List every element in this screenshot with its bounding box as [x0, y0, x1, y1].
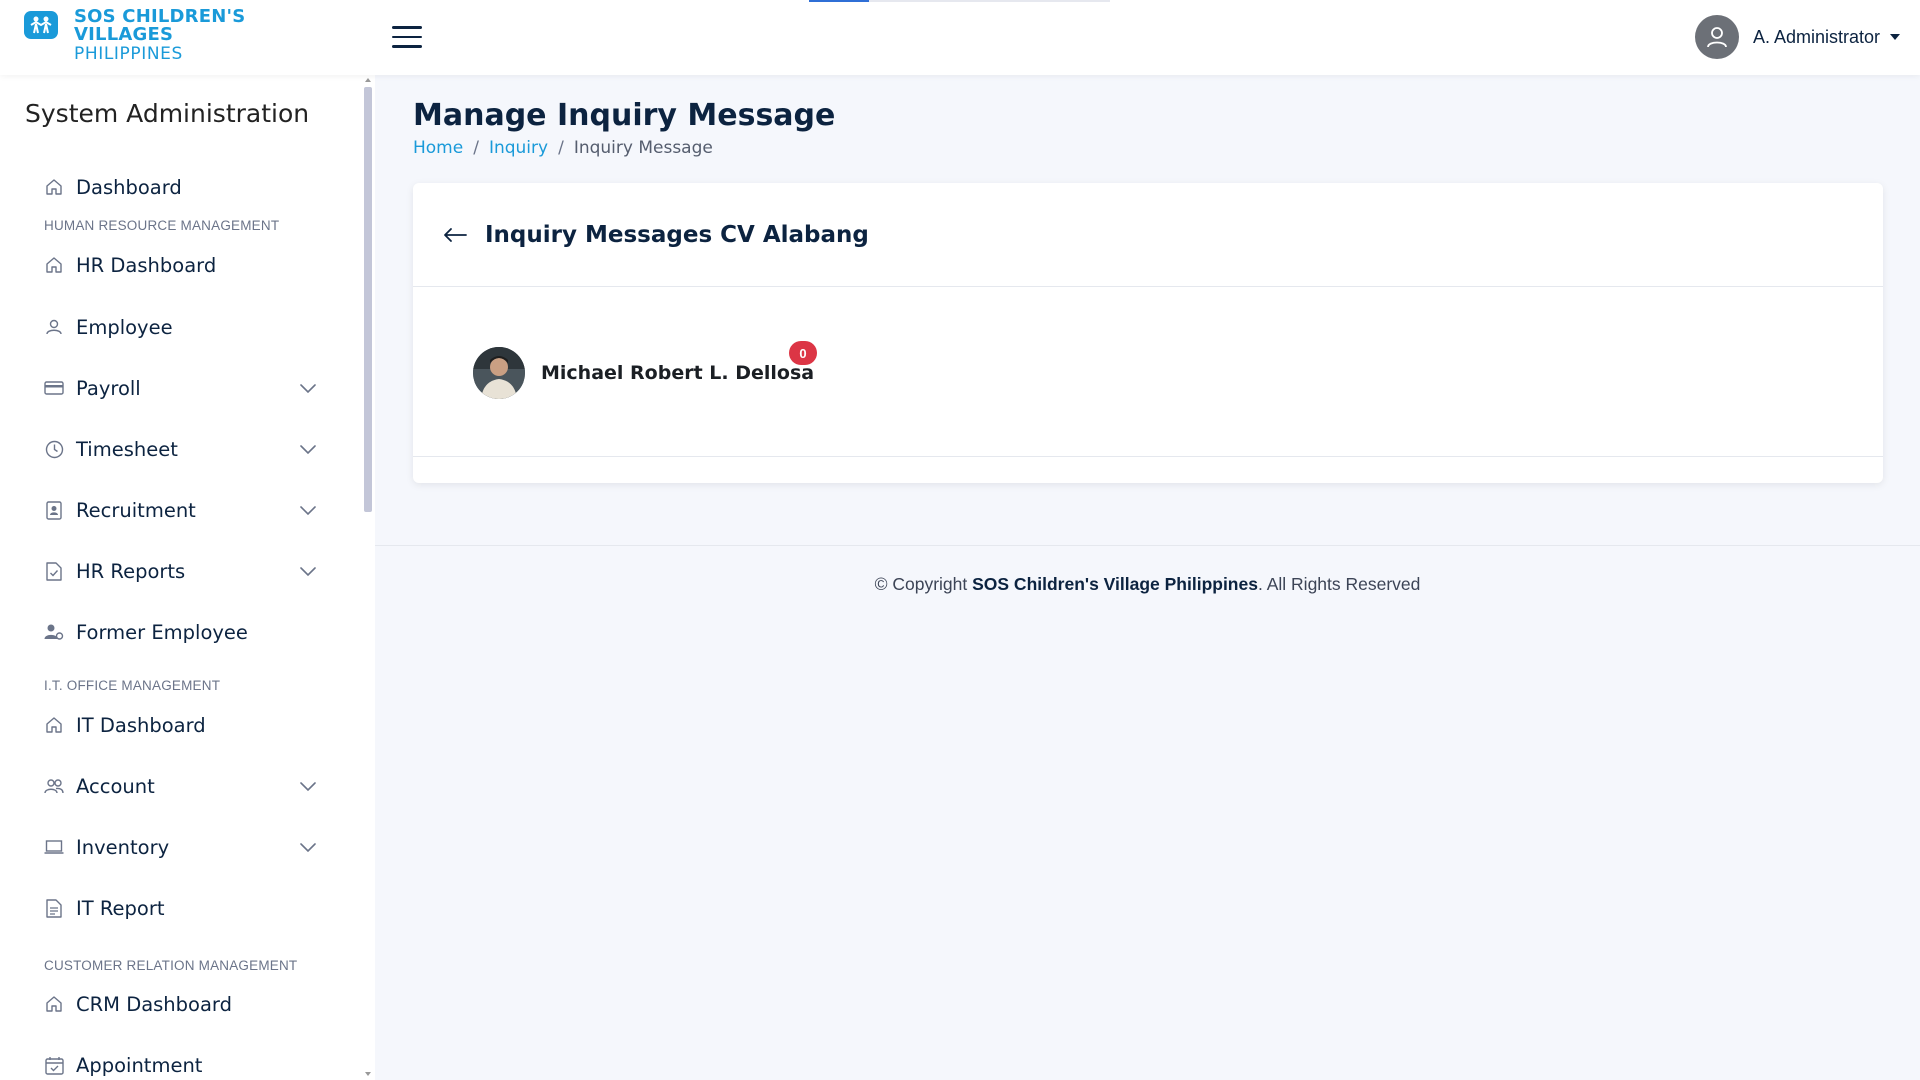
- sidebar-item-label: Appointment: [76, 1053, 203, 1077]
- sidebar-item-account[interactable]: Account: [44, 766, 320, 806]
- chevron-down-icon: [300, 779, 316, 797]
- chevron-down-icon: [300, 564, 316, 582]
- file-check-icon: [44, 561, 64, 581]
- sidebar-item-label: Former Employee: [76, 620, 248, 644]
- chevron-down-icon: [300, 381, 316, 399]
- user-icon: [44, 317, 64, 337]
- sidebar-item-timesheet[interactable]: Timesheet: [44, 429, 320, 469]
- card-body: Michael Robert L. Dellosa 0: [413, 287, 1883, 457]
- sidebar-item-label: Timesheet: [76, 437, 178, 461]
- chevron-down-icon: [300, 840, 316, 858]
- sidebar-item-label: Dashboard: [76, 175, 182, 199]
- home-icon: [44, 994, 64, 1014]
- chevron-down-icon: [300, 843, 316, 853]
- page-title: Manage Inquiry Message: [413, 98, 836, 133]
- user-name: A. Administrator: [1752, 26, 1880, 47]
- sidebar-item-it-dashboard[interactable]: IT Dashboard: [44, 705, 320, 745]
- sidebar: System Administration Dashboard HUMAN RES…: [0, 75, 375, 1080]
- laptop-icon: [44, 837, 64, 857]
- breadcrumb-separator: /: [473, 138, 479, 158]
- home-icon: [44, 255, 64, 275]
- sidebar-item-inventory[interactable]: Inventory: [44, 827, 320, 867]
- sidebar-item-label: IT Report: [76, 896, 165, 920]
- person-photo: [473, 347, 525, 399]
- chevron-down-icon: [300, 442, 316, 460]
- credit-card-icon: [44, 378, 64, 398]
- footer: © Copyright SOS Children's Village Phili…: [375, 545, 1920, 625]
- caret-down-icon: [1890, 34, 1900, 40]
- sidebar-section-header: HUMAN RESOURCE MANAGEMENT: [44, 218, 280, 233]
- chevron-down-icon: [300, 506, 316, 516]
- breadcrumb-current: Inquiry Message: [573, 138, 713, 158]
- inquiry-list-item[interactable]: Michael Robert L. Dellosa 0: [473, 341, 817, 399]
- logo-text: SOS CHILDREN'S VILLAGES PHILIPPINES: [74, 8, 245, 68]
- sidebar-item-dashboard[interactable]: Dashboard: [44, 167, 320, 207]
- sidebar-item-label: Inventory: [76, 835, 170, 859]
- card-title: Inquiry Messages CV Alabang: [485, 221, 869, 248]
- sidebar-item-label: Account: [76, 774, 155, 798]
- sidebar-item-former-employee[interactable]: Former Employee: [44, 612, 320, 652]
- sidebar-item-it-report[interactable]: IT Report: [44, 888, 320, 928]
- sidebar-item-payroll[interactable]: Payroll: [44, 368, 320, 408]
- footer-copyright: © Copyright SOS Children's Village Phili…: [375, 574, 1920, 595]
- user-menu-dropdown[interactable]: A. Administrator: [1694, 15, 1900, 59]
- loading-progress-fill: [809, 0, 870, 2]
- hamburger-menu-icon[interactable]: [392, 26, 422, 50]
- chevron-down-icon: [300, 503, 316, 521]
- top-header: SOS CHILDREN'S VILLAGES PHILIPPINES A. A…: [0, 0, 1920, 75]
- footer-org-name: SOS Children's Village Philippines: [972, 574, 1258, 594]
- scroll-down-arrow-icon[interactable]: [365, 1072, 371, 1076]
- inquiry-sender-name: Michael Robert L. Dellosa: [541, 362, 815, 384]
- unread-count-badge: 0: [789, 341, 817, 365]
- sidebar-item-crm-dashboard[interactable]: CRM Dashboard: [44, 984, 320, 1024]
- calendar-check-icon: [44, 1055, 64, 1075]
- user-gear-icon: [44, 622, 64, 642]
- back-arrow-icon[interactable]: [443, 225, 469, 245]
- scroll-up-arrow-icon[interactable]: [365, 78, 371, 82]
- chevron-down-icon: [300, 445, 316, 455]
- sidebar-item-label: Recruitment: [76, 498, 196, 522]
- loading-progress-bar: [809, 0, 1110, 2]
- sidebar-item-label: CRM Dashboard: [76, 992, 232, 1016]
- file-text-icon: [44, 898, 64, 918]
- inquiry-messages-card: Inquiry Messages CV Alabang Michael Robe…: [413, 183, 1883, 483]
- footer-suffix: . All Rights Reserved: [1257, 574, 1421, 594]
- sos-logo-icon: [24, 11, 58, 39]
- sidebar-item-appointment[interactable]: Appointment: [44, 1045, 320, 1080]
- breadcrumb: Home / Inquiry / Inquiry Message: [413, 138, 713, 158]
- sidebar-item-label: Employee: [76, 315, 173, 339]
- sidebar-item-employee[interactable]: Employee: [44, 307, 320, 347]
- logo[interactable]: SOS CHILDREN'S VILLAGES PHILIPPINES: [24, 8, 245, 68]
- sidebar-item-recruitment[interactable]: Recruitment: [44, 490, 320, 530]
- chevron-down-icon: [300, 567, 316, 577]
- chevron-down-icon: [300, 782, 316, 792]
- sidebar-item-hr-reports[interactable]: HR Reports: [44, 551, 320, 591]
- home-icon: [44, 715, 64, 735]
- user-avatar-icon: [1707, 27, 1727, 48]
- sidebar-item-label: Payroll: [76, 376, 141, 400]
- id-badge-icon: [44, 500, 64, 520]
- breadcrumb-inquiry-link[interactable]: Inquiry: [489, 138, 548, 158]
- sidebar-item-hr-dashboard[interactable]: HR Dashboard: [44, 245, 320, 285]
- home-icon: [44, 177, 64, 197]
- sidebar-item-label: HR Dashboard: [76, 253, 217, 277]
- logo-line-3: PHILIPPINES: [74, 44, 183, 64]
- breadcrumb-home-link[interactable]: Home: [413, 138, 463, 158]
- chevron-down-icon: [300, 384, 316, 394]
- users-icon: [44, 776, 64, 796]
- sidebar-item-label: HR Reports: [76, 559, 186, 583]
- sidebar-section-header: CUSTOMER RELATION MANAGEMENT: [44, 958, 298, 973]
- sidebar-item-label: IT Dashboard: [76, 713, 206, 737]
- logo-line-2: VILLAGES: [74, 24, 174, 45]
- sidebar-scrollbar[interactable]: [363, 75, 373, 1080]
- footer-prefix: © Copyright: [874, 574, 968, 594]
- avatar: [1694, 15, 1739, 59]
- scrollbar-thumb[interactable]: [364, 87, 372, 512]
- sidebar-title: System Administration: [25, 99, 310, 128]
- sidebar-section-header: I.T. OFFICE MANAGEMENT: [44, 678, 221, 693]
- card-header: Inquiry Messages CV Alabang: [413, 183, 1883, 287]
- clock-icon: [44, 439, 64, 459]
- breadcrumb-separator: /: [558, 138, 564, 158]
